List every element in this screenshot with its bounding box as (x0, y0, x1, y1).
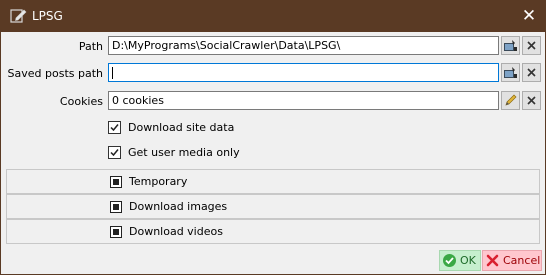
checkmark-icon (110, 124, 119, 132)
path-label: Path (78, 40, 103, 53)
cookies-field[interactable]: 0 cookies (108, 91, 499, 110)
cancel-label: Cancel (503, 254, 541, 267)
download-site-data-label: Download site data (128, 121, 235, 134)
cookies-edit-button[interactable] (501, 91, 520, 110)
indeterminate-checkbox (110, 176, 122, 188)
saved-posts-clear-button[interactable] (522, 63, 541, 82)
cancel-x-icon (486, 254, 499, 267)
edit-pencil-icon (10, 9, 27, 23)
ok-button[interactable]: OK (439, 250, 481, 271)
checkmark-circle-icon (443, 254, 456, 267)
checkmark-icon (110, 149, 119, 157)
cookies-value: 0 cookies (112, 94, 164, 107)
window-title: LPSG (32, 9, 63, 23)
saved-posts-path-label: Saved posts path (7, 67, 103, 80)
browse-folder-icon (504, 67, 517, 78)
download-images-option[interactable]: Download images (6, 194, 540, 219)
ok-label: OK (460, 254, 476, 267)
checkbox-box (108, 121, 121, 134)
clear-x-icon (527, 96, 536, 105)
text-caret (112, 67, 113, 79)
temporary-option[interactable]: Temporary (6, 169, 540, 194)
indeterminate-checkbox (110, 201, 122, 213)
download-videos-label: Download videos (129, 225, 223, 238)
get-user-media-only-label: Get user media only (128, 146, 240, 159)
indeterminate-checkbox (110, 226, 122, 238)
saved-posts-path-field[interactable] (108, 63, 499, 82)
path-field[interactable]: D:\MyPrograms\SocialCrawler\Data\LPSG\ (108, 36, 499, 55)
title-bar: LPSG ✕ (1, 0, 546, 32)
cookies-label: Cookies (59, 95, 103, 108)
saved-posts-browse-button[interactable] (501, 63, 520, 82)
download-videos-option[interactable]: Download videos (6, 219, 540, 244)
path-clear-button[interactable] (522, 36, 541, 55)
path-browse-button[interactable] (501, 36, 520, 55)
close-button[interactable]: ✕ (515, 0, 543, 32)
checkbox-box (108, 146, 121, 159)
cancel-button[interactable]: Cancel (482, 250, 542, 271)
path-value: D:\MyPrograms\SocialCrawler\Data\LPSG\ (112, 39, 341, 52)
temporary-label: Temporary (129, 175, 188, 188)
cookies-clear-button[interactable] (522, 91, 541, 110)
pencil-icon (505, 94, 517, 106)
clear-x-icon (527, 41, 536, 50)
clear-x-icon (527, 68, 536, 77)
settings-dialog: LPSG ✕ Path D:\MyPrograms\SocialCrawler\… (0, 0, 546, 275)
browse-folder-icon (504, 40, 517, 51)
download-images-label: Download images (129, 200, 228, 213)
